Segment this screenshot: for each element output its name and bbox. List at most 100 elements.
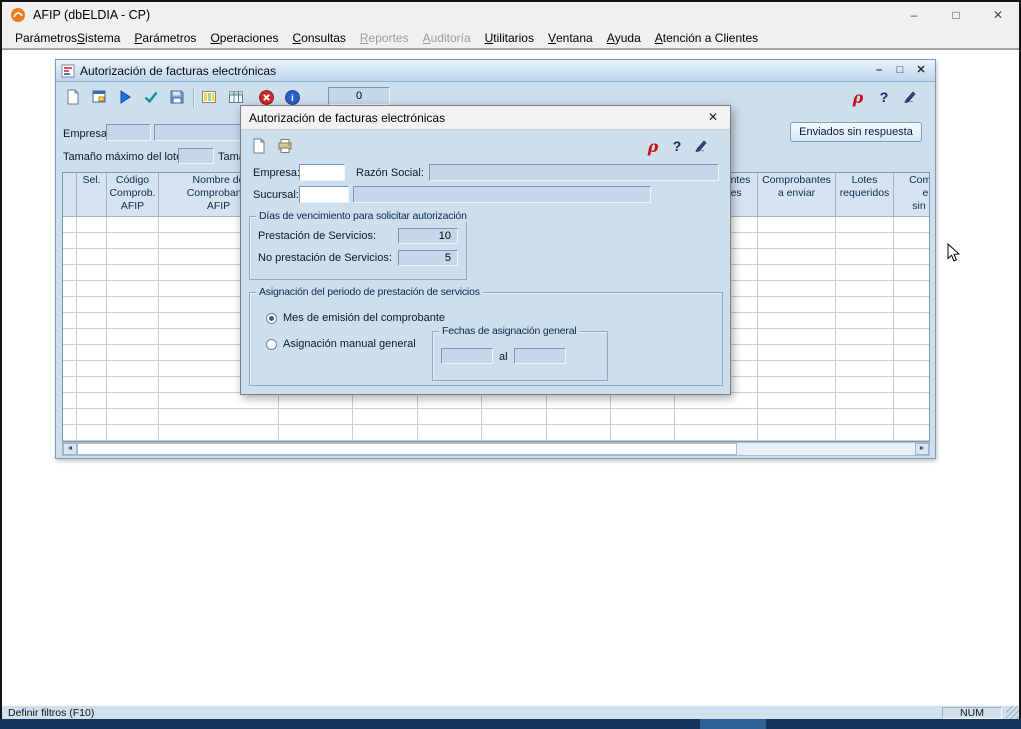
grid-cell[interactable] [63,329,77,345]
grid-cell[interactable] [77,393,107,409]
help-button[interactable]: ? [872,85,896,109]
grid-cell[interactable] [836,345,894,361]
grid-cell[interactable] [611,393,675,409]
grid-cell[interactable] [418,393,482,409]
grid-cell[interactable] [77,233,107,249]
grid-cell[interactable] [63,265,77,281]
grid-cell[interactable] [836,265,894,281]
grid-cell[interactable] [107,281,159,297]
grid-cell[interactable] [107,377,159,393]
grid-cell[interactable] [758,361,836,377]
grid-cell[interactable] [547,409,611,425]
maximize-button[interactable]: □ [935,2,977,28]
grid-cell[interactable] [63,361,77,377]
prestacion-input[interactable]: 10 [398,228,458,244]
dialog-empresa-input[interactable] [299,164,345,181]
grid-cell[interactable] [107,217,159,233]
grid-cell[interactable] [279,409,353,425]
grid-cell[interactable] [758,377,836,393]
grid-cell[interactable] [77,313,107,329]
grid-cell[interactable] [107,297,159,313]
dialog-print-button[interactable] [273,134,297,158]
grid-cell[interactable] [836,281,894,297]
grid-cell[interactable] [675,425,758,441]
menu-item[interactable]: Parámetros Sistema [8,28,127,48]
grid-cell[interactable] [418,425,482,441]
filter-button[interactable]: ρ [846,85,870,109]
grid-cell[interactable] [107,249,159,265]
grid-row[interactable] [63,393,929,409]
grid-cell[interactable] [353,425,418,441]
save-button[interactable] [165,85,189,109]
scroll-left-button[interactable]: ◄ [63,443,77,455]
grid-cell[interactable] [159,393,279,409]
no-prestacion-input[interactable]: 5 [398,250,458,266]
grid-cell[interactable] [77,217,107,233]
grid-cell[interactable] [758,393,836,409]
grid-cell[interactable] [63,425,77,441]
resize-grip[interactable] [1006,706,1019,719]
grid-row[interactable] [63,425,929,441]
grid-cell[interactable] [482,409,547,425]
grid-cell[interactable] [63,393,77,409]
menu-item[interactable]: Consultas [286,28,353,48]
grid-cell[interactable] [758,297,836,313]
grid-cell[interactable] [482,393,547,409]
menu-item[interactable]: Parámetros [127,28,203,48]
grid-cell[interactable] [836,249,894,265]
grid-cell[interactable] [63,297,77,313]
grid-cell[interactable] [894,313,930,329]
grid-cell[interactable] [107,313,159,329]
grid-cell[interactable] [894,265,930,281]
grid-cell[interactable] [159,425,279,441]
grid-cell[interactable] [758,345,836,361]
grid-cell[interactable] [482,425,547,441]
grid-cell[interactable] [758,425,836,441]
grid-cell[interactable] [77,345,107,361]
scroll-thumb[interactable] [77,443,737,455]
dialog-new-document-button[interactable] [247,134,271,158]
grid-cell[interactable] [836,233,894,249]
columns-button[interactable] [197,85,221,109]
grid-cell[interactable] [611,425,675,441]
grid-cell[interactable] [77,409,107,425]
grid-cell[interactable] [107,393,159,409]
grid-cell[interactable] [894,361,930,377]
child-minimize-button[interactable]: – [870,63,888,78]
grid-cell[interactable] [894,233,930,249]
enviados-sin-respuesta-button[interactable]: Enviados sin respuesta [790,122,922,142]
grid-cell[interactable] [836,377,894,393]
grid-cell[interactable] [63,217,77,233]
grid-cell[interactable] [836,217,894,233]
grid-cell[interactable] [77,425,107,441]
grid-cell[interactable] [77,249,107,265]
grid-cell[interactable] [836,393,894,409]
grid-cell[interactable] [107,329,159,345]
radio-asignacion-manual[interactable] [266,339,277,350]
grid-cell[interactable] [894,345,930,361]
dialog-sign-button[interactable] [689,134,713,158]
dialog-close-button[interactable]: ✕ [696,106,730,130]
grid-cell[interactable] [894,377,930,393]
grid-cell[interactable] [894,329,930,345]
grid-cell[interactable] [758,217,836,233]
grid-cell[interactable] [758,409,836,425]
grid-cell[interactable] [547,425,611,441]
grid-cell[interactable] [63,281,77,297]
radio-mes-emision[interactable] [266,313,277,324]
menu-item[interactable]: Operaciones [203,28,285,48]
grid-cell[interactable] [836,297,894,313]
child-restore-button[interactable]: □ [891,63,909,78]
grid-cell[interactable] [63,313,77,329]
grid-cell[interactable] [107,361,159,377]
run-button[interactable] [113,85,137,109]
grid-cell[interactable] [63,377,77,393]
grid-cell[interactable] [836,409,894,425]
grid-cell[interactable] [836,329,894,345]
new-document-button[interactable] [61,85,85,109]
grid-cell[interactable] [77,361,107,377]
minimize-button[interactable]: – [893,2,935,28]
grid-row[interactable] [63,409,929,425]
grid-cell[interactable] [159,409,279,425]
grid-cell[interactable] [107,233,159,249]
